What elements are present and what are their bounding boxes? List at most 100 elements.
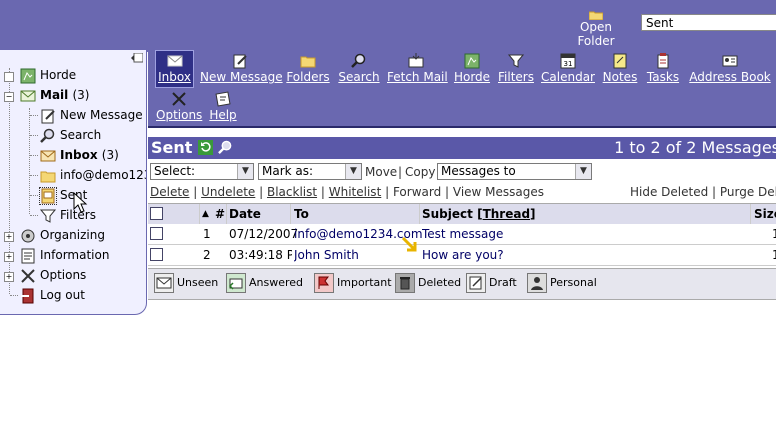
- personal-icon: [527, 273, 547, 293]
- sidebar-item-label: Options: [40, 268, 87, 282]
- table-header: ▲ # Date To Subject [Thread] Size: [148, 203, 776, 225]
- nav-calendar[interactable]: 31 Calendar: [541, 51, 595, 87]
- tree-toggle[interactable]: +: [4, 232, 14, 242]
- sidebar-item-organizing[interactable]: Organizing: [20, 225, 105, 245]
- nav-horde[interactable]: Horde: [451, 51, 493, 87]
- tree-toggle[interactable]: +: [4, 272, 14, 282]
- tree-toggle[interactable]: [4, 72, 14, 82]
- folder-icon: [40, 168, 56, 184]
- search-icon[interactable]: [218, 140, 233, 155]
- nav-filters[interactable]: Filters: [497, 51, 535, 87]
- collapse-sidebar-icon[interactable]: [131, 53, 143, 63]
- header-date[interactable]: Date: [229, 207, 261, 221]
- sidebar-item-new-message[interactable]: New Message: [40, 105, 143, 125]
- nav-tasks[interactable]: Tasks: [644, 51, 682, 87]
- table-row[interactable]: 1 07/12/2007 info@demo1234.com Test mess…: [148, 224, 776, 245]
- folder-icon: [589, 11, 603, 20]
- purge-deleted-link[interactable]: Purge Deleted: [720, 185, 776, 199]
- sidebar-item-mail[interactable]: Mail (3): [20, 85, 89, 105]
- mouse-pointer-icon: [73, 192, 88, 213]
- nav-new-message[interactable]: New Message: [200, 51, 283, 87]
- unseen-icon: [154, 273, 174, 293]
- sidebar-item-inbox[interactable]: Inbox (3): [40, 145, 119, 165]
- calendar-day: 31: [564, 60, 573, 68]
- whitelist-link[interactable]: Whitelist: [329, 185, 382, 199]
- options-icon: [20, 268, 36, 284]
- nav-folders[interactable]: Folders: [286, 51, 330, 87]
- forward-link[interactable]: Forward: [393, 185, 441, 199]
- legend-draft: Draft: [466, 273, 517, 293]
- refresh-icon[interactable]: [198, 140, 213, 155]
- message-count: 1 to 2 of 2 Messages: [614, 138, 776, 157]
- header-size[interactable]: Size: [754, 207, 776, 221]
- information-icon: [20, 248, 36, 264]
- open-folder-button[interactable]: Open Folder: [560, 10, 632, 48]
- answered-icon: [226, 273, 246, 293]
- legend-deleted: Deleted: [395, 273, 461, 293]
- horde-icon: [464, 53, 480, 69]
- sidebar-item-search[interactable]: Search: [40, 125, 101, 145]
- sidebar-item-information[interactable]: Information: [20, 245, 109, 265]
- legend-important: Important: [314, 273, 392, 293]
- copy-link[interactable]: Copy: [405, 165, 435, 179]
- row-checkbox[interactable]: [150, 248, 163, 261]
- drag-arrow-icon: [401, 236, 417, 252]
- view-messages-link[interactable]: View Messages: [453, 185, 544, 199]
- sidebar-item-label: Horde: [40, 68, 77, 82]
- sidebar-item-logout[interactable]: Log out: [20, 285, 85, 305]
- sidebar: Horde − Mail (3) New Message Search Inbo…: [0, 49, 147, 315]
- nav-options[interactable]: Options: [156, 89, 202, 125]
- delete-link[interactable]: Delete: [150, 185, 189, 199]
- folder-select[interactable]: Sent: [641, 14, 776, 31]
- sort-arrow-icon[interactable]: ▲: [202, 209, 209, 219]
- nav-toolbar: Inbox New Message Folders Search Fetch M…: [148, 49, 776, 128]
- filter-icon: [508, 54, 524, 68]
- actions-bar: Delete | Undelete | Blacklist | Whitelis…: [148, 183, 776, 201]
- legend-unseen: Unseen: [154, 273, 218, 293]
- top-bar: Open Folder Sent: [0, 0, 776, 52]
- select-all-checkbox[interactable]: [150, 207, 163, 220]
- undelete-link[interactable]: Undelete: [201, 185, 255, 199]
- tree-toggle[interactable]: +: [4, 252, 14, 262]
- tasks-icon: [657, 53, 669, 69]
- header-subject-link[interactable]: Subject: [422, 207, 473, 221]
- row-subject[interactable]: How are you?: [422, 248, 504, 262]
- tree-line: [30, 135, 38, 136]
- nav-address-book[interactable]: Address Book: [688, 51, 772, 87]
- table-row[interactable]: 2 03:49:18 PM John Smith How are you? 1: [148, 245, 776, 266]
- tree-line: [30, 195, 38, 196]
- nav-fetch-mail[interactable]: Fetch Mail: [387, 51, 448, 87]
- nav-inbox[interactable]: Inbox: [155, 50, 194, 88]
- sidebar-item-info-folder[interactable]: info@demo1234: [40, 165, 146, 185]
- hide-deleted-link[interactable]: Hide Deleted: [630, 185, 708, 199]
- header-thread-link[interactable]: Thread: [483, 207, 530, 221]
- chevron-down-icon: ▼: [575, 164, 591, 179]
- header-to[interactable]: To: [294, 207, 309, 221]
- tree-line: [30, 175, 38, 176]
- header-number[interactable]: #: [215, 207, 225, 221]
- row-to[interactable]: John Smith: [294, 248, 359, 262]
- nav-notes[interactable]: Notes: [602, 51, 638, 87]
- select-dropdown[interactable]: Select: ▼: [150, 163, 254, 180]
- nav-search[interactable]: Search: [337, 51, 381, 87]
- sidebar-item-label: Search: [60, 128, 102, 142]
- draft-icon: [466, 273, 486, 293]
- logout-icon: [20, 288, 36, 304]
- row-checkbox[interactable]: [150, 227, 163, 240]
- row-subject[interactable]: Test message: [422, 227, 503, 241]
- nav-help[interactable]: Help: [208, 89, 238, 125]
- blacklist-link[interactable]: Blacklist: [267, 185, 317, 199]
- deleted-icon: [395, 273, 415, 293]
- search-icon: [40, 128, 56, 144]
- tree-toggle[interactable]: −: [4, 92, 14, 102]
- important-icon: [314, 273, 334, 293]
- open-folder-label: Open Folder: [577, 20, 615, 48]
- move-link[interactable]: Move: [365, 165, 397, 179]
- sidebar-item-options[interactable]: Options: [20, 265, 86, 285]
- sidebar-item-label: New Message: [60, 108, 143, 122]
- mark-as-dropdown[interactable]: Mark as: ▼: [258, 163, 362, 180]
- status-legend: Unseen Answered Important Deleted Draft …: [148, 268, 776, 300]
- sidebar-item-horde[interactable]: Horde: [20, 65, 76, 85]
- messages-to-dropdown[interactable]: Messages to ▼: [437, 163, 592, 180]
- notes-icon: [613, 53, 627, 69]
